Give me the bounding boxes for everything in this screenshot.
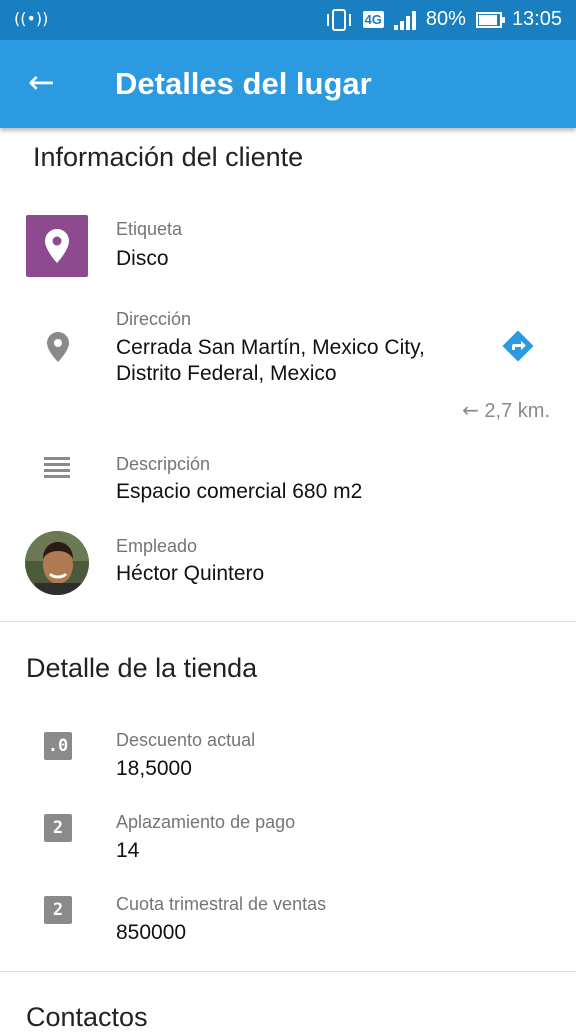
store-field-label: Aplazamiento de pago [116, 812, 296, 832]
directions-icon[interactable] [500, 328, 536, 364]
signal-bars-icon [393, 10, 416, 30]
store-field-label: Descuento actual [116, 730, 256, 750]
integer-field-icon: 2 [44, 896, 72, 924]
employee-value: Héctor Quintero [116, 562, 265, 585]
page-title: Detalles del lugar [115, 66, 372, 101]
status-indicators: 4G 80% 13:05 [325, 8, 562, 31]
decimal-field-icon: .0 [44, 732, 72, 760]
vibrate-icon [326, 8, 351, 31]
description-lines-icon [44, 457, 70, 478]
integer-field-icon: 2 [44, 814, 72, 842]
battery-icon [475, 11, 505, 28]
wireless-icon: ((•)) [14, 9, 49, 28]
distance-indicator: ← 2,7 km. [462, 398, 550, 423]
store-field-label: Cuota trimestral de ventas [116, 894, 327, 914]
divider [0, 971, 576, 972]
back-arrow-icon[interactable]: ← [28, 64, 64, 100]
employee-label: Empleado [116, 536, 198, 556]
contacts-section-title: Contactos [26, 1002, 148, 1032]
arrow-left-icon: ← [462, 398, 479, 422]
employee-avatar[interactable] [25, 531, 89, 595]
divider [0, 621, 576, 622]
store-section-title: Detalle de la tienda [26, 653, 258, 683]
app-bar: ← Detalles del lugar [0, 40, 576, 128]
battery-percent: 80% [425, 8, 466, 30]
address-label: Dirección [116, 309, 192, 329]
description-label: Descripción [116, 454, 211, 474]
network-type-badge: 4G [362, 11, 384, 28]
tag-label: Etiqueta [116, 219, 183, 239]
battery-fill [478, 14, 497, 25]
address-pin-icon [47, 332, 69, 362]
tag-color-box[interactable] [26, 215, 88, 277]
status-bar: ((•)) 4G 80% 13:05 [0, 0, 576, 40]
location-pin-icon [45, 229, 69, 263]
client-section-title: Información del cliente [33, 142, 304, 172]
store-field-value: 18,5000 [116, 757, 192, 780]
address-line2: Distrito Federal, Mexico [116, 362, 337, 385]
distance-value: 2,7 km. [484, 400, 550, 422]
description-value: Espacio comercial 680 m2 [116, 480, 363, 503]
store-field-value: 850000 [116, 921, 187, 944]
store-field-value: 14 [116, 839, 140, 862]
avatar-photo [25, 531, 89, 595]
tag-value: Disco [116, 247, 169, 270]
clock: 13:05 [511, 8, 562, 30]
address-line1: Cerrada San Martín, Mexico City, [116, 336, 425, 359]
